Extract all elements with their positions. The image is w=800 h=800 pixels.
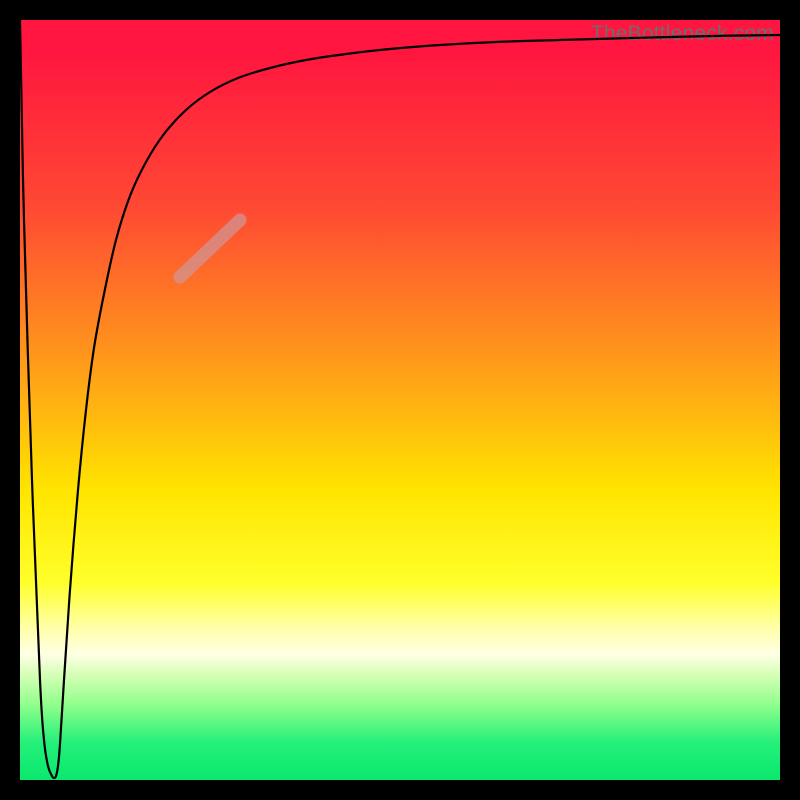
chart-frame: TheBottleneck.com — [0, 0, 800, 800]
curve-svg — [20, 20, 780, 780]
curve-highlight — [180, 220, 240, 277]
plot-area: TheBottleneck.com — [20, 20, 780, 780]
curve-path — [20, 20, 780, 778]
